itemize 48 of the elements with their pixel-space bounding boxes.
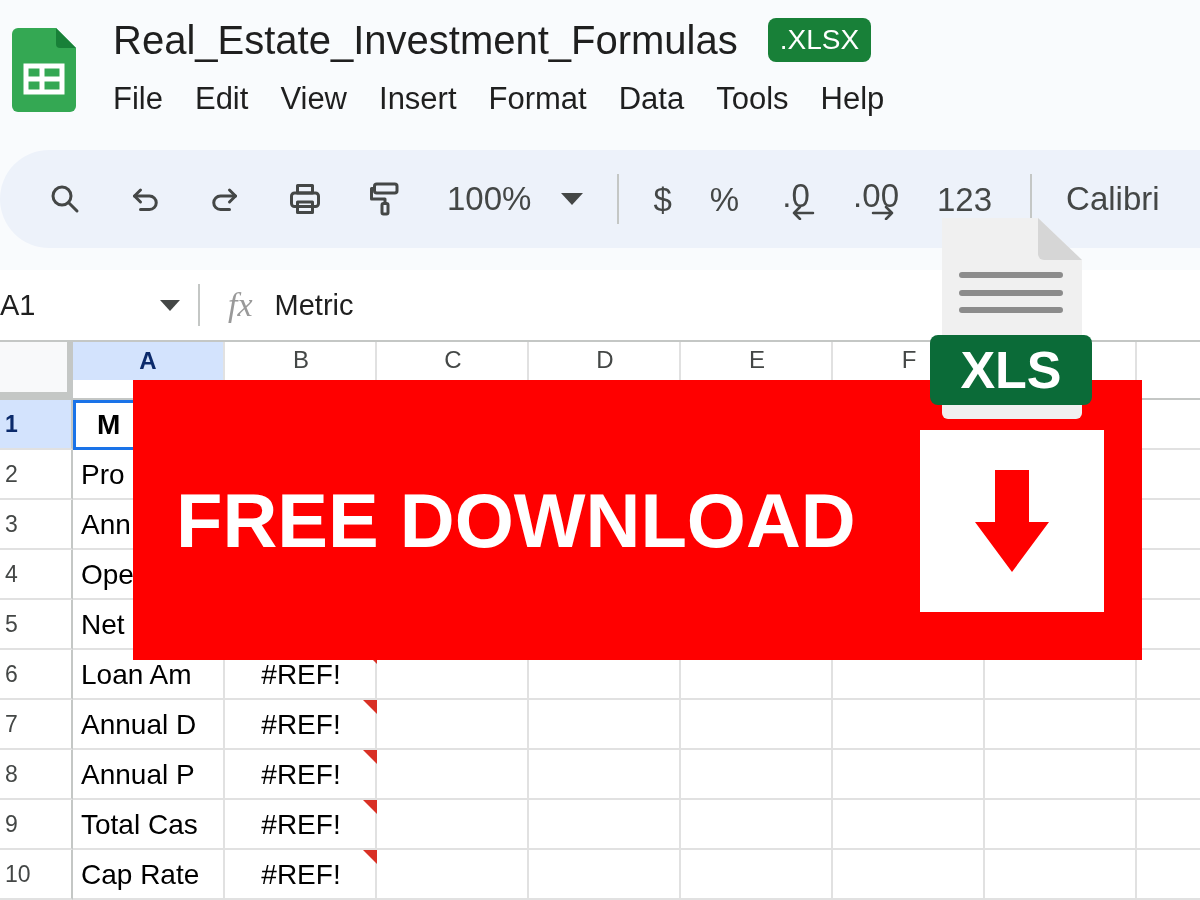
menu-item[interactable]: Format: [478, 79, 597, 119]
table-cell-text: Annual D: [80, 708, 198, 742]
menu-item[interactable]: File: [103, 79, 173, 119]
menu-item[interactable]: Help: [810, 79, 895, 119]
function-label: fx: [228, 286, 253, 324]
table-cell-text: Loan Am: [80, 658, 193, 692]
table-cell-text: Pro: [80, 458, 126, 492]
table-cell-text: Ope: [80, 558, 135, 592]
table-cell-text: Net: [80, 608, 126, 642]
increase-decimal-button[interactable]: .00: [853, 178, 899, 220]
menu-item[interactable]: Insert: [369, 79, 467, 119]
table-cell: #REF!: [225, 750, 377, 800]
table-cell-text: Annual P: [80, 758, 196, 792]
spreadsheet-icon[interactable]: [12, 28, 76, 112]
formula-field[interactable]: Metric: [274, 288, 354, 322]
menu-item[interactable]: Data: [608, 79, 695, 119]
column-header[interactable]: A: [73, 342, 223, 380]
format-button[interactable]: 123: [937, 182, 993, 216]
column-header[interactable]: D: [586, 342, 624, 378]
download-icon: [920, 430, 1104, 612]
caret-icon[interactable]: [561, 193, 584, 205]
font-select[interactable]: Calibri: [1066, 180, 1160, 218]
column-header[interactable]: E: [739, 342, 775, 378]
file-format-badge: .XLSX: [767, 18, 872, 62]
format-button[interactable]: %: [709, 182, 740, 216]
menu-item[interactable]: Edit: [184, 79, 259, 119]
column-header[interactable]: C: [434, 342, 472, 378]
menu-item[interactable]: Tools: [706, 79, 799, 119]
document-title[interactable]: Real_Estate_Investment_Formulas: [113, 17, 738, 63]
column-header[interactable]: F: [891, 342, 927, 378]
arrow-right-icon: [871, 205, 896, 220]
table-cell: #REF!: [225, 800, 377, 850]
table-cell: #REF!: [225, 700, 377, 750]
name-box[interactable]: A1: [0, 288, 160, 322]
caret-icon[interactable]: [160, 299, 180, 311]
arrow-left-icon: [791, 205, 816, 220]
print-icon[interactable]: [287, 181, 323, 217]
table-cell-text: Total Cas: [80, 808, 199, 842]
decrease-decimal-button[interactable]: .0: [777, 178, 816, 220]
table-cell: #REF!: [225, 850, 377, 900]
banner-title: FREE DOWNLOAD: [176, 476, 856, 564]
row-header[interactable]: 1: [0, 400, 73, 450]
table-cell-text: Cap Rate: [80, 858, 201, 892]
column-header[interactable]: B: [283, 342, 319, 378]
zoom-select[interactable]: 100%: [447, 180, 532, 218]
file-type-badge: XLS: [930, 335, 1092, 405]
menu-item[interactable]: View: [270, 79, 357, 119]
format-button[interactable]: $: [653, 182, 672, 216]
